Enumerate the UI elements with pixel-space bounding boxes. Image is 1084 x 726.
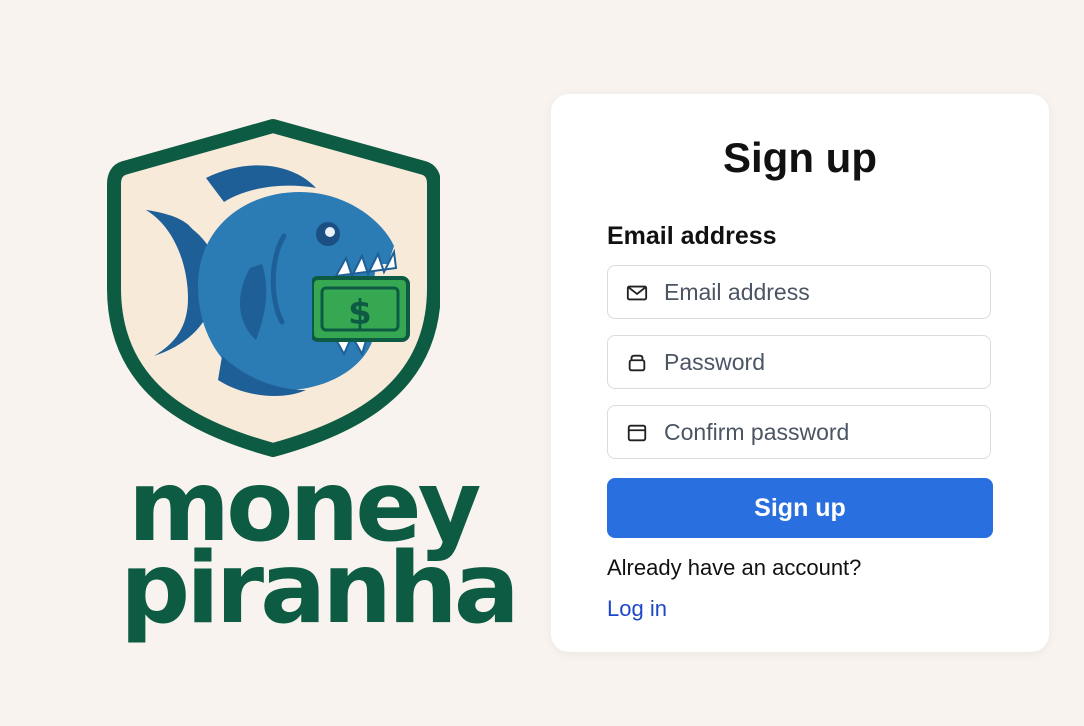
confirm-password-field[interactable] bbox=[607, 405, 991, 459]
email-field[interactable] bbox=[607, 265, 991, 319]
piranha-logo-icon: $ bbox=[107, 119, 440, 457]
svg-text:$: $ bbox=[348, 293, 372, 333]
page-title: Sign up bbox=[723, 134, 877, 181]
brand-name-line2: piranha bbox=[120, 532, 520, 646]
email-label: Email address bbox=[607, 222, 777, 250]
password-input[interactable] bbox=[664, 336, 974, 388]
email-input[interactable] bbox=[664, 266, 974, 318]
password-field[interactable] bbox=[607, 335, 991, 389]
lock-icon bbox=[627, 424, 647, 442]
lock-icon bbox=[628, 354, 646, 372]
account-prompt: Already have an account? bbox=[607, 555, 862, 580]
confirm-password-input[interactable] bbox=[664, 406, 974, 458]
signup-card: Sign up Email address Sign up Already ha… bbox=[551, 94, 1049, 652]
signup-button[interactable]: Sign up bbox=[607, 478, 993, 538]
login-link[interactable]: Log in bbox=[607, 596, 667, 622]
mail-icon bbox=[626, 285, 648, 301]
brand-section: $ money piranha bbox=[100, 118, 520, 638]
